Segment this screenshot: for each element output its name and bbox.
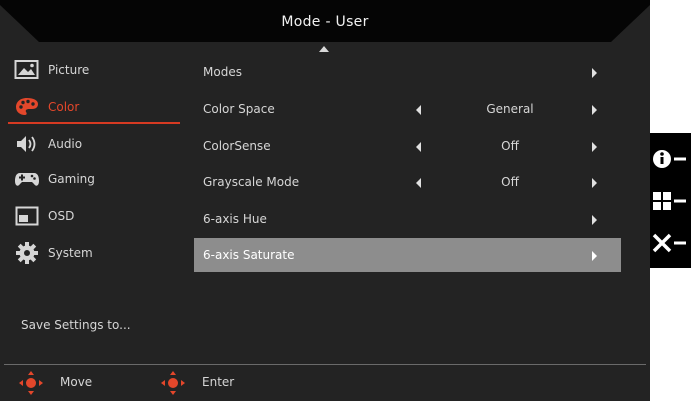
gamepad-icon xyxy=(15,173,39,186)
right-arrow-icon[interactable] xyxy=(592,178,597,188)
picture-icon xyxy=(14,60,39,79)
settings-row-colorsense[interactable]: ColorSense Off xyxy=(194,129,621,163)
row-label: ColorSense xyxy=(203,139,271,153)
info-icon xyxy=(653,150,686,168)
gear-icon xyxy=(16,242,38,264)
speaker-icon xyxy=(17,136,36,152)
settings-row-6-axis-hue[interactable]: 6-axis Hue xyxy=(194,202,621,236)
row-label: Modes xyxy=(203,65,242,79)
right-arrow-icon[interactable] xyxy=(592,251,597,261)
right-arrow-icon[interactable] xyxy=(592,142,597,152)
hotkey-strip xyxy=(650,133,691,268)
hotkey-input[interactable] xyxy=(650,187,691,215)
sidebar-item-label: Gaming xyxy=(48,172,95,186)
left-arrow-icon[interactable] xyxy=(416,142,421,152)
joystick-enter-icon xyxy=(161,371,185,395)
right-arrow-icon[interactable] xyxy=(592,215,597,225)
sidebar-item-picture[interactable]: Picture xyxy=(8,53,180,87)
title-bar: Mode - User xyxy=(0,0,650,42)
sidebar-item-label: Audio xyxy=(48,137,83,151)
sidebar-item-audio[interactable]: Audio xyxy=(8,127,180,161)
scroll-up-icon[interactable] xyxy=(319,46,329,52)
footer-label: Move xyxy=(60,375,93,389)
sidebar-item-color[interactable]: Color xyxy=(8,90,180,124)
row-label: 6-axis Saturate xyxy=(203,248,295,262)
sidebar-item-label: Color xyxy=(48,100,80,114)
joystick-move-icon xyxy=(19,371,43,395)
row-label: Grayscale Mode xyxy=(203,175,300,189)
save-settings-button[interactable]: Save Settings to... xyxy=(21,318,131,332)
right-arrow-icon[interactable] xyxy=(592,68,597,78)
grid-icon xyxy=(653,192,686,210)
sidebar-item-system[interactable]: System xyxy=(8,236,180,270)
sidebar-item-osd[interactable]: OSD xyxy=(8,199,180,233)
row-label: 6-axis Hue xyxy=(203,212,267,226)
row-value: General xyxy=(486,102,534,116)
settings-row-modes[interactable]: Modes xyxy=(194,55,621,89)
hotkey-exit[interactable] xyxy=(650,229,691,257)
right-arrow-icon[interactable] xyxy=(592,105,597,115)
left-arrow-icon[interactable] xyxy=(416,178,421,188)
settings-row-color-space[interactable]: Color Space General xyxy=(194,92,621,126)
active-underline xyxy=(8,122,180,124)
settings-row-6-axis-saturate[interactable]: 6-axis Saturate xyxy=(194,238,621,272)
osd-window-icon xyxy=(15,206,39,226)
page-title: Mode - User xyxy=(281,14,369,30)
close-icon xyxy=(652,233,686,253)
row-label: Color Space xyxy=(203,102,275,116)
row-value: Off xyxy=(501,139,519,153)
sidebar-item-label: OSD xyxy=(48,209,75,223)
footer-label: Enter xyxy=(202,375,235,389)
sidebar-item-label: Picture xyxy=(48,63,90,77)
row-value: Off xyxy=(501,175,519,189)
settings-row-grayscale-mode[interactable]: Grayscale Mode Off xyxy=(194,165,621,199)
footer-divider xyxy=(4,364,646,365)
sidebar-item-gaming[interactable]: Gaming xyxy=(8,162,180,196)
palette-icon xyxy=(16,98,38,115)
sidebar-item-label: System xyxy=(48,246,93,260)
osd-panel: Mode - User Picture Color Audio Gaming O… xyxy=(0,0,650,401)
hotkey-info[interactable] xyxy=(650,145,691,173)
left-arrow-icon[interactable] xyxy=(416,105,421,115)
